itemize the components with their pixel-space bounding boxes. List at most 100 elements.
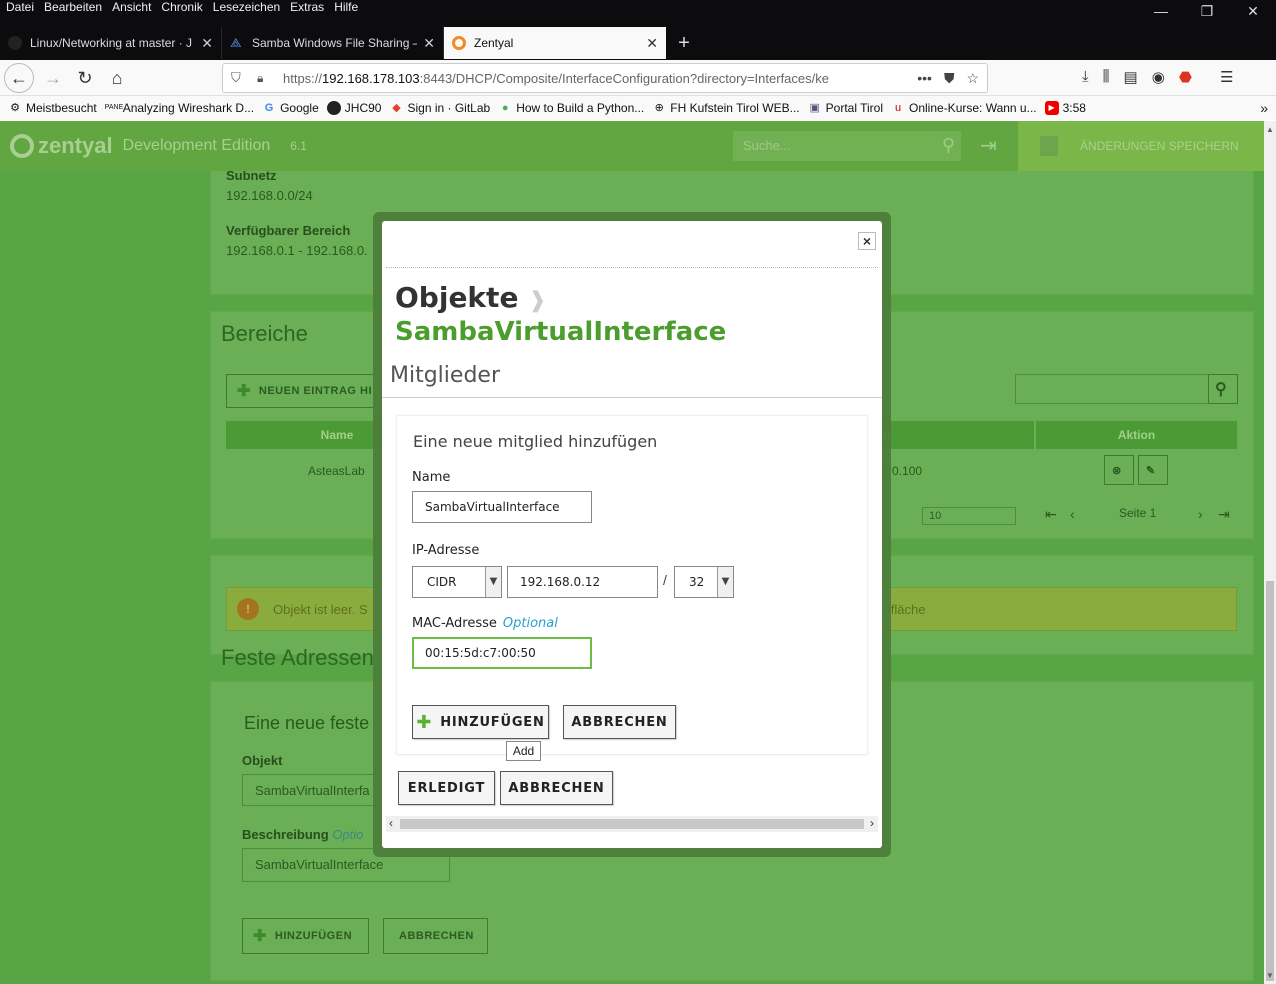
- last-page-icon[interactable]: ⇥: [1218, 506, 1230, 523]
- breadcrumb-objects[interactable]: Objekte ❱: [395, 281, 547, 314]
- fixed-cancel-button[interactable]: ABBRECHEN: [383, 918, 488, 954]
- url-bar[interactable]: ⛉ 🔒︎ https://192.168.178.103:8443/DHCP/C…: [222, 63, 988, 93]
- more-icon[interactable]: •••: [917, 70, 932, 87]
- bookmark-item[interactable]: ◆ Sign in · GitLab: [389, 101, 490, 115]
- close-icon[interactable]: ×: [858, 232, 876, 250]
- new-entry-button[interactable]: ✚ NEUEN EINTRAG HI: [226, 374, 386, 408]
- bookmark-item[interactable]: G Google: [262, 101, 319, 115]
- next-page-icon[interactable]: ›: [1198, 506, 1203, 522]
- bookmark-item[interactable]: ⊕ FH Kufstein Tirol WEB...: [652, 101, 800, 115]
- new-tab-icon[interactable]: +: [666, 27, 702, 59]
- tab-linux-networking[interactable]: Linux/Networking at master · J ✕: [0, 27, 222, 59]
- object-label: Objekt: [242, 753, 283, 768]
- reload-icon[interactable]: ↻: [70, 63, 100, 93]
- tab-strip: Linux/Networking at master · J ✕ ⟁ Samba…: [0, 27, 702, 59]
- page-size-select[interactable]: 10: [922, 507, 1016, 525]
- mac-address-input[interactable]: 00:15:5d:c7:00:50: [412, 637, 592, 669]
- ip-separator: /: [663, 572, 667, 588]
- first-page-icon[interactable]: ⇤: [1045, 506, 1057, 523]
- row-name: AsteasLab: [308, 464, 365, 478]
- menu-datei[interactable]: Datei: [0, 0, 39, 16]
- back-icon[interactable]: ←: [4, 63, 34, 93]
- mac-label: MAC-Adresse Optional: [412, 616, 558, 631]
- add-tooltip: Add: [506, 741, 541, 761]
- minimize-icon[interactable]: —: [1138, 0, 1184, 22]
- tab-close-icon[interactable]: ✕: [201, 35, 213, 52]
- bookmark-item[interactable]: ⚙ Meistbesucht: [8, 101, 97, 115]
- global-search-input[interactable]: Suche... ⚲: [733, 131, 961, 161]
- description-label-text: Beschreibung: [242, 827, 329, 842]
- bookmark-item[interactable]: JHC90: [326, 101, 381, 115]
- bookmark-item[interactable]: u Online-Kurse: Wann u...: [891, 101, 1037, 115]
- restore-icon[interactable]: ❐: [1184, 0, 1230, 22]
- breadcrumb-object-name[interactable]: SambaVirtualInterface: [395, 317, 726, 347]
- star-icon[interactable]: ☆: [966, 70, 979, 87]
- menu-extras[interactable]: Extras: [285, 0, 329, 16]
- add-button[interactable]: ✚ HINZUFÜGEN: [412, 705, 549, 739]
- menu-hilfe[interactable]: Hilfe: [329, 0, 363, 16]
- browser-titlebar: Datei Bearbeiten Ansicht Chronik Lesezei…: [0, 0, 1276, 60]
- optional-tag: Optio: [332, 827, 364, 842]
- home-icon[interactable]: ⌂: [102, 63, 132, 93]
- netmask-select[interactable]: 32 ▼: [674, 566, 734, 598]
- menu-lesezeichen[interactable]: Lesezeichen: [208, 0, 285, 16]
- tab-zentyal[interactable]: Zentyal ✕: [444, 27, 666, 59]
- hamburger-menu-icon[interactable]: ☰: [1220, 68, 1233, 86]
- shield-icon[interactable]: ⛉: [231, 70, 241, 86]
- bookmark-label: How to Build a Python...: [516, 101, 645, 115]
- cancel-button[interactable]: ABBRECHEN: [563, 705, 676, 739]
- tab-close-icon[interactable]: ✕: [423, 35, 435, 52]
- library-icon[interactable]: ⫼: [1103, 68, 1110, 86]
- ip-type-select[interactable]: CIDR ▼: [412, 566, 502, 598]
- version-label: 6.1: [290, 139, 307, 153]
- scrollbar-thumb[interactable]: [1266, 581, 1274, 981]
- name-input[interactable]: SambaVirtualInterface: [412, 491, 592, 523]
- scroll-down-icon[interactable]: ▼: [1266, 971, 1274, 980]
- menu-ansicht[interactable]: Ansicht: [107, 0, 156, 16]
- ranges-search-input[interactable]: [1015, 374, 1209, 404]
- scroll-right-icon[interactable]: ›: [870, 816, 874, 830]
- bookmark-item[interactable]: ● How to Build a Python...: [498, 101, 644, 115]
- account-icon[interactable]: ◉: [1152, 68, 1165, 86]
- page-label: Seite 1: [1119, 506, 1157, 520]
- dialog-horizontal-scrollbar[interactable]: ‹ ›: [386, 816, 878, 832]
- scroll-up-icon[interactable]: ▲: [1266, 125, 1274, 134]
- edit-icon[interactable]: ✎: [1138, 455, 1168, 485]
- bookmark-item[interactable]: ▶ 3:58: [1044, 101, 1086, 115]
- dialog-cancel-button[interactable]: ABBRECHEN: [500, 771, 613, 805]
- save-changes-button[interactable]: ÄNDERUNGEN SPEICHERN: [1018, 121, 1264, 171]
- add-label: HINZUFÜGEN: [274, 930, 353, 942]
- pocket-icon[interactable]: ⛊: [944, 70, 955, 87]
- scrollbar-thumb[interactable]: [400, 819, 864, 829]
- prev-page-icon[interactable]: ‹: [1070, 506, 1075, 522]
- object-select[interactable]: SambaVirtualInterfa: [242, 774, 384, 806]
- url-text[interactable]: https://192.168.178.103:8443/DHCP/Compos…: [283, 71, 843, 86]
- ip-address-input[interactable]: 192.168.0.12: [507, 566, 658, 598]
- delete-icon[interactable]: ⊗: [1104, 455, 1134, 485]
- tab-title: Linux/Networking at master · J: [30, 36, 193, 50]
- edition-label: Development Edition: [122, 137, 271, 154]
- sidebar-icon[interactable]: ▤: [1124, 68, 1138, 86]
- menu-chronik[interactable]: Chronik: [156, 0, 207, 16]
- tab-close-icon[interactable]: ✕: [646, 35, 658, 52]
- scroll-left-icon[interactable]: ‹: [389, 816, 393, 830]
- tab-title: Zentyal: [474, 36, 514, 50]
- forward-icon[interactable]: →: [38, 63, 68, 93]
- download-icon[interactable]: ⤓: [1082, 68, 1089, 86]
- logout-icon[interactable]: ⇥: [980, 133, 997, 158]
- done-button[interactable]: ERLEDIGT: [398, 771, 495, 805]
- adblock-icon[interactable]: ⬣: [1179, 68, 1192, 86]
- zentyal-logo[interactable]: zentyal Development Edition 6.1: [10, 133, 307, 159]
- search-icon[interactable]: ⚲: [942, 135, 955, 156]
- lock-warning-icon[interactable]: 🔒︎: [257, 71, 263, 86]
- search-icon[interactable]: ⚲: [1208, 374, 1238, 404]
- window-controls: — ❐ ✕: [1138, 0, 1276, 22]
- bookmark-item[interactable]: ▣ Portal Tirol: [808, 101, 883, 115]
- close-window-icon[interactable]: ✕: [1230, 0, 1276, 22]
- tab-samba[interactable]: ⟁ Samba Windows File Sharing – ✕: [222, 27, 444, 59]
- menu-bearbeiten[interactable]: Bearbeiten: [39, 0, 107, 16]
- fixed-add-button[interactable]: ✚ HINZUFÜGEN: [242, 918, 369, 954]
- bookmark-item[interactable]: PANE Analyzing Wireshark D...: [105, 101, 254, 115]
- more-bookmarks-icon[interactable]: »: [1260, 100, 1268, 116]
- page-scrollbar[interactable]: ▲ ▼: [1264, 121, 1276, 984]
